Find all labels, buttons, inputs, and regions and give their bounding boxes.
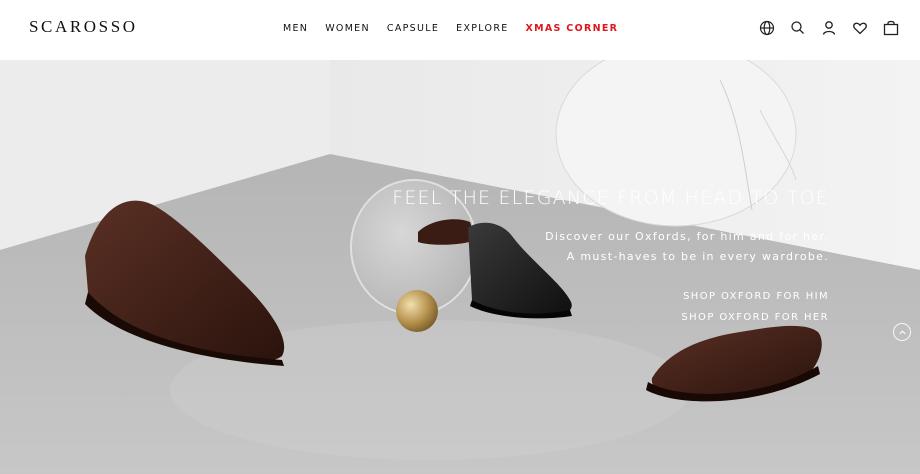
globe-icon[interactable]: [757, 18, 777, 38]
hero-copy: FEEL THE ELEGANCE FROM HEAD TO TOE Disco…: [392, 187, 829, 323]
header-icons: [757, 18, 912, 38]
hero-subline-1: Discover our Oxfords, for him and for he…: [545, 230, 829, 243]
nav-item-capsule[interactable]: CAPSULE: [387, 23, 439, 34]
hero-subline: Discover our Oxfords, for him and for he…: [392, 227, 829, 267]
chevron-up-icon[interactable]: [893, 323, 911, 341]
nav-item-men[interactable]: MEN: [283, 23, 308, 34]
wishlist-heart-icon[interactable]: [850, 18, 870, 38]
shopping-bag-icon[interactable]: [881, 18, 901, 38]
shop-oxford-her-link[interactable]: SHOP OXFORD FOR HER: [392, 312, 829, 323]
site-header: SCAROSSO MEN WOMEN CAPSULE EXPLORE XMAS …: [0, 0, 920, 60]
hero-banner: FEEL THE ELEGANCE FROM HEAD TO TOE Disco…: [0, 60, 920, 474]
nav-item-women[interactable]: WOMEN: [325, 23, 370, 34]
brand-logo[interactable]: SCAROSSO: [29, 17, 138, 37]
hero-subline-2: A must-haves to be in every wardrobe.: [566, 250, 829, 263]
hero-headline: FEEL THE ELEGANCE FROM HEAD TO TOE: [392, 187, 829, 209]
account-icon[interactable]: [819, 18, 839, 38]
search-icon[interactable]: [788, 18, 808, 38]
main-nav: MEN WOMEN CAPSULE EXPLORE XMAS CORNER: [283, 23, 635, 34]
shop-oxford-him-link[interactable]: SHOP OXFORD FOR HIM: [392, 291, 829, 302]
nav-item-explore[interactable]: EXPLORE: [456, 23, 508, 34]
nav-item-xmas-corner[interactable]: XMAS CORNER: [526, 23, 619, 34]
